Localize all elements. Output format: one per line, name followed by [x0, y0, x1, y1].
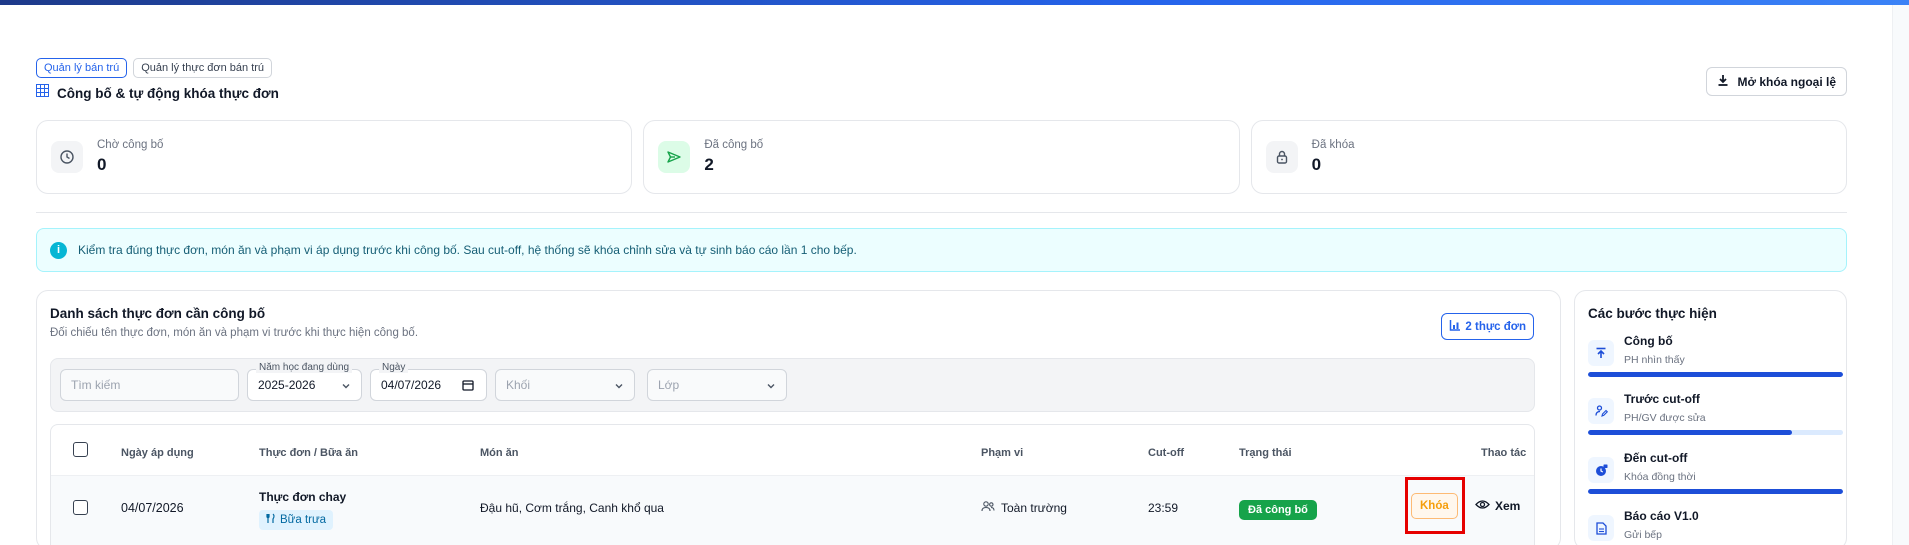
download-icon: [1717, 74, 1729, 89]
page-content: Quản lý bán trú Quản lý thực đơn bán trú…: [36, 58, 1847, 545]
row-menu-name: Thực đơn chay: [259, 490, 347, 504]
stat-card-locked: Đã khóa 0: [1250, 120, 1847, 194]
step-title: Trước cut-off: [1624, 392, 1700, 406]
breadcrumb-item-menu-management[interactable]: Quản lý thực đơn bán trú: [133, 58, 273, 78]
users-icon: [981, 501, 995, 515]
filter-bar: Tìm kiếm Năm học đang dùng 2025-2026 Ngà…: [50, 358, 1535, 412]
view-button[interactable]: Xem: [1475, 499, 1520, 513]
row-scope: Toàn trường: [981, 501, 1067, 515]
stat-label: Đã công bố: [704, 139, 764, 151]
stats-row: Chờ công bố 0 Đã công bố 2 Đã khóa 0: [36, 120, 1847, 194]
breadcrumb: Quản lý bán trú Quản lý thực đơn bán trú: [36, 58, 1847, 78]
chevron-down-icon: [766, 380, 776, 394]
column-header-cutoff: Cut-off: [1148, 447, 1185, 459]
step-progress-fill: [1588, 430, 1792, 435]
menu-count-button[interactable]: 2 thực đơn: [1441, 313, 1534, 340]
step-title: Công bố: [1624, 334, 1673, 348]
menu-list-subtitle: Đối chiếu tên thực đơn, món ăn và phạm v…: [50, 327, 419, 339]
eye-icon: [1475, 499, 1490, 513]
grade-placeholder: Khối: [506, 378, 531, 392]
class-select[interactable]: Lớp: [647, 369, 787, 401]
status-badge: Đã công bố: [1239, 500, 1317, 520]
step-title: Đến cut-off: [1624, 451, 1688, 465]
clock-lock-icon: [1588, 457, 1614, 483]
meal-label: Bữa trưa: [280, 514, 327, 526]
school-year-label: Năm học đang dùng: [256, 362, 353, 373]
column-header-scope: Phạm vi: [981, 447, 1024, 459]
lock-button[interactable]: Khóa: [1411, 493, 1458, 519]
menu-list-card: Danh sách thực đơn cần công bố Đối chiếu…: [36, 290, 1561, 545]
date-value: 04/07/2026: [381, 378, 442, 392]
column-header-dishes: Món ăn: [480, 447, 519, 459]
row-scope-label: Toàn trường: [1001, 501, 1067, 515]
search-input[interactable]: Tìm kiếm: [60, 369, 239, 401]
stat-value: 0: [1311, 155, 1322, 174]
lock-icon: [1265, 141, 1298, 173]
meal-tag: Bữa trưa: [259, 510, 334, 530]
row-dishes: Đậu hũ, Cơm trắng, Canh khổ qua: [480, 501, 664, 515]
step-desc: PH nhìn thấy: [1624, 354, 1685, 366]
info-alert: i Kiểm tra đúng thực đơn, món ăn và phạm…: [36, 228, 1847, 272]
class-placeholder: Lớp: [658, 378, 680, 392]
utensils-icon: [266, 513, 276, 527]
steps-card: Các bước thực hiện Công bố PH nhìn thấy …: [1574, 290, 1847, 545]
step-title: Báo cáo V1.0: [1624, 509, 1699, 523]
stat-value: 2: [704, 155, 714, 174]
chevron-down-icon: [614, 380, 624, 394]
table-grid-icon: [36, 84, 49, 102]
step-progress-fill: [1588, 372, 1843, 377]
row-date: 04/07/2026: [121, 501, 184, 515]
school-year-select[interactable]: Năm học đang dùng 2025-2026: [247, 362, 362, 401]
grade-select[interactable]: Khối: [495, 369, 635, 401]
clock-icon: [51, 141, 83, 173]
stat-card-published: Đã công bố 2: [643, 120, 1240, 194]
date-input[interactable]: Ngày 04/07/2026: [370, 362, 487, 401]
stat-label: Chờ công bố: [97, 139, 164, 151]
table-row: 04/07/2026 Thực đơn chay Bữa trưa Đậu hũ…: [51, 475, 1534, 545]
step-progress: [1588, 372, 1843, 377]
page-title: Công bố & tự động khóa thực đơn: [57, 85, 279, 101]
upload-icon: [1588, 340, 1614, 366]
chart-bar-icon: [1449, 319, 1461, 334]
info-alert-text: Kiểm tra đúng thực đơn, món ăn và phạm v…: [78, 243, 857, 257]
user-edit-icon: [1588, 398, 1614, 424]
column-header-actions: Thao tác: [1481, 447, 1527, 459]
scrollbar[interactable]: [1892, 5, 1909, 545]
menu-list-title: Danh sách thực đơn cần công bố: [50, 306, 266, 321]
calendar-icon[interactable]: [462, 379, 474, 394]
step-progress-fill: [1588, 489, 1843, 494]
report-icon: [1588, 515, 1614, 541]
info-icon: i: [50, 241, 67, 259]
stat-value: 0: [97, 155, 107, 174]
section-divider: [36, 212, 1847, 213]
column-header-status: Trạng thái: [1239, 447, 1292, 459]
unlock-exception-label: Mở khóa ngoại lệ: [1737, 74, 1836, 89]
step-desc: PH/GV được sửa: [1624, 412, 1706, 424]
breadcrumb-item-lunch-management[interactable]: Quản lý bán trú: [36, 58, 128, 78]
search-placeholder: Tìm kiếm: [71, 378, 121, 392]
row-checkbox[interactable]: [73, 500, 88, 515]
step-progress: [1588, 430, 1843, 435]
page-header: Công bố & tự động khóa thực đơn: [36, 84, 279, 102]
column-header-date: Ngày áp dụng: [121, 447, 194, 459]
step-desc: Khóa đồng thời: [1624, 471, 1696, 483]
menu-table: Ngày áp dụng Thực đơn / Bữa ăn Món ăn Ph…: [50, 424, 1535, 545]
unlock-exception-button[interactable]: Mở khóa ngoại lệ: [1706, 67, 1847, 96]
view-label: Xem: [1495, 499, 1521, 513]
step-progress: [1588, 489, 1843, 494]
date-label: Ngày: [379, 362, 409, 373]
menu-count-label: 2 thực đơn: [1465, 320, 1526, 333]
step-desc: Gửi bếp: [1624, 529, 1662, 541]
column-header-menu: Thực đơn / Bữa ăn: [259, 447, 358, 459]
steps-title: Các bước thực hiện: [1588, 306, 1717, 321]
school-year-value: 2025-2026: [258, 378, 316, 392]
row-cutoff: 23:59: [1148, 501, 1179, 515]
select-all-checkbox[interactable]: [73, 442, 88, 457]
stat-card-pending: Chờ công bố 0: [36, 120, 633, 194]
send-icon: [658, 141, 691, 173]
top-accent-bar: [0, 0, 1909, 5]
stat-label: Đã khóa: [1311, 139, 1355, 151]
chevron-down-icon: [341, 380, 351, 394]
